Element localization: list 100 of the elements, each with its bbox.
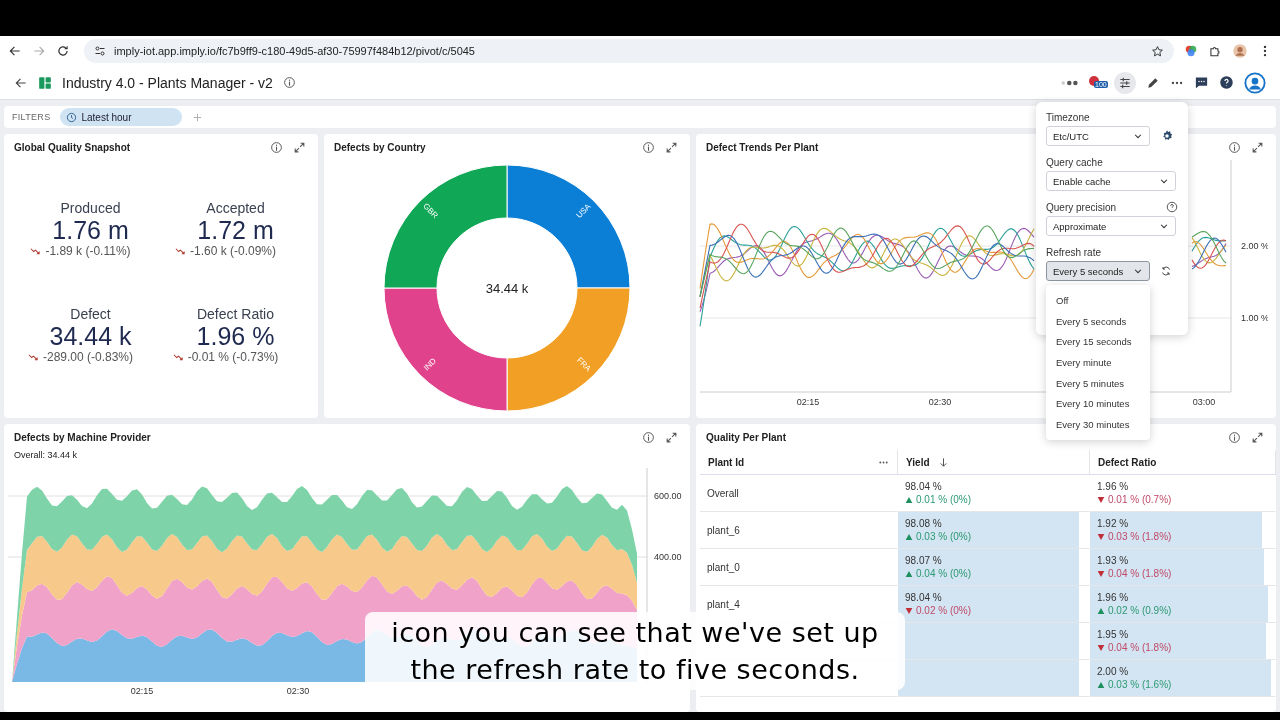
cell-value: 1.95 % (1097, 629, 1130, 640)
axis-label: 02:30 (928, 397, 952, 407)
expand-icon[interactable] (1251, 430, 1264, 444)
select-field[interactable]: Approximate (1046, 216, 1176, 236)
menu-option[interactable]: Every 15 seconds (1046, 331, 1150, 353)
menu-option[interactable]: Every 10 minutes (1046, 393, 1150, 415)
puzzle-icon[interactable] (1208, 44, 1222, 58)
column-header[interactable]: Defect Ratio (1090, 450, 1276, 475)
cell-value: 98.07 % (905, 555, 943, 566)
kpi-change: -289.00 (-0.83%) (42, 350, 133, 364)
refresh-icon[interactable] (1160, 265, 1172, 277)
select-field[interactable]: Enable cache (1046, 171, 1176, 191)
user-avatar-icon[interactable] (1244, 71, 1266, 94)
pencil-icon[interactable] (1146, 75, 1160, 90)
help-icon[interactable] (1166, 201, 1178, 213)
plant-id: Overall (707, 487, 740, 499)
caption-line: the refresh rate to five seconds. (410, 653, 860, 687)
cell-value: 98.04 % (905, 592, 943, 603)
dashboard-logo-icon (38, 75, 52, 90)
star-icon[interactable] (1151, 44, 1164, 58)
help-icon[interactable] (1219, 75, 1234, 91)
field-label: Query cache (1046, 156, 1103, 168)
info-icon[interactable] (642, 430, 655, 444)
menu-option[interactable]: Off (1046, 290, 1150, 311)
kpi-value: 1.72 m (197, 216, 274, 244)
chevron-down-icon (1159, 221, 1169, 231)
site-settings-icon (94, 45, 106, 57)
kpi-value: 34.44 k (49, 322, 132, 350)
chevron-down-icon (1133, 131, 1143, 141)
settings-icon[interactable] (1160, 129, 1174, 143)
cell-change: 0.02 % (0%) (916, 605, 972, 616)
slice-label: IND (421, 356, 439, 373)
slice-label: USA (574, 202, 593, 220)
cell-change: 0.04 % (1.8%) (1108, 568, 1172, 579)
back-icon[interactable] (8, 44, 22, 58)
clock-icon (66, 111, 78, 123)
axis-label: 02:30 (286, 686, 310, 696)
column-header[interactable]: Yield (898, 450, 1090, 475)
select-field[interactable]: Etc/UTC (1046, 126, 1150, 146)
cell-change: 0.01 % (0.7%) (1108, 494, 1172, 505)
cell-change: 0.04 % (0%) (916, 568, 972, 579)
menu-option[interactable]: Every 30 minutes (1046, 414, 1150, 436)
kpi-label: Defect (70, 306, 111, 322)
cell-value: 2.00 % (1097, 666, 1130, 677)
panel-title: Defects by Machine Provider (14, 431, 152, 443)
cell-value: 98.08 % (905, 518, 943, 529)
dashboard-title: Industry 4.0 - Plants Manager - v2 (62, 74, 273, 91)
menu-option[interactable]: Every 5 minutes (1046, 372, 1150, 394)
menu-option[interactable]: Every minute (1046, 352, 1150, 373)
axis-label: 1.00 % (1241, 313, 1268, 323)
avatar-icon[interactable] (1232, 43, 1248, 59)
overall-total: Overall: 34.44 k (13, 450, 79, 462)
color-wheel-icon[interactable] (1184, 44, 1198, 58)
cell-value: 1.96 % (1097, 481, 1130, 492)
expand-icon[interactable] (293, 140, 306, 154)
filters-label: FILTERS (12, 112, 51, 123)
settings-sliders-button[interactable] (1114, 71, 1136, 94)
chevron-down-icon (1133, 266, 1143, 276)
kpi-change: -0.01 % (-0.73%) (187, 350, 279, 364)
axis-label: 02:15 (130, 686, 154, 696)
chevron-down-icon (1159, 176, 1169, 186)
chat-icon[interactable] (1194, 75, 1209, 91)
info-icon[interactable] (1228, 140, 1241, 154)
axis-label: 400.00 (654, 552, 682, 562)
reload-icon[interactable] (56, 44, 70, 58)
loading-dots-icon (1061, 79, 1078, 86)
panel-title: Quality Per Plant (706, 431, 788, 443)
expand-icon[interactable] (1251, 140, 1264, 154)
info-icon[interactable] (270, 140, 283, 154)
info-icon[interactable] (282, 76, 296, 90)
panel-title: Defects by Country (334, 141, 427, 153)
donut-total: 34.44 k (485, 281, 529, 296)
cell-change: 0.03 % (1.8%) (1108, 531, 1172, 542)
menu-option[interactable]: Every 5 seconds (1046, 310, 1150, 332)
axis-label: 03:00 (1192, 397, 1216, 407)
cell-change: 0.04 % (1.8%) (1108, 642, 1172, 653)
trend-lines-drawing (1191, 230, 1227, 270)
kpi-label: Produced (60, 200, 121, 216)
caption-line: icon you can see that we've set up (391, 616, 879, 650)
plant-id: plant_0 (707, 561, 741, 573)
kpi-label: Defect Ratio (196, 306, 274, 322)
select-field[interactable]: Every 5 seconds (1046, 261, 1150, 281)
sliders-icon (1118, 75, 1132, 90)
expand-icon[interactable] (665, 140, 678, 154)
kpi-label: Accepted (206, 200, 265, 216)
kpi-change: -1.89 k (-0.11%) (45, 244, 131, 258)
info-icon[interactable] (642, 140, 655, 154)
axis-label: 600.00 (654, 491, 682, 501)
column-header[interactable]: Plant Id (700, 450, 898, 475)
filter-chip[interactable]: Latest hour (60, 108, 183, 127)
axis-label: 2.00 % (1241, 241, 1268, 251)
axis-label: 02:15 (796, 397, 820, 407)
address-bar[interactable]: imply-iot.app.imply.io/fc7b9ff9-c180-49d5-af30-75997f484b12/pivot/c/5045 (84, 39, 1174, 63)
info-icon[interactable] (1228, 430, 1241, 444)
kpi-value: 1.96 % (196, 322, 275, 350)
cell-change: 0.01 % (0%) (916, 494, 972, 505)
field-label: Refresh rate (1046, 246, 1102, 258)
expand-icon[interactable] (665, 430, 678, 444)
cell-value: 1.93 % (1097, 555, 1130, 566)
plant-id: plant_6 (707, 524, 741, 536)
